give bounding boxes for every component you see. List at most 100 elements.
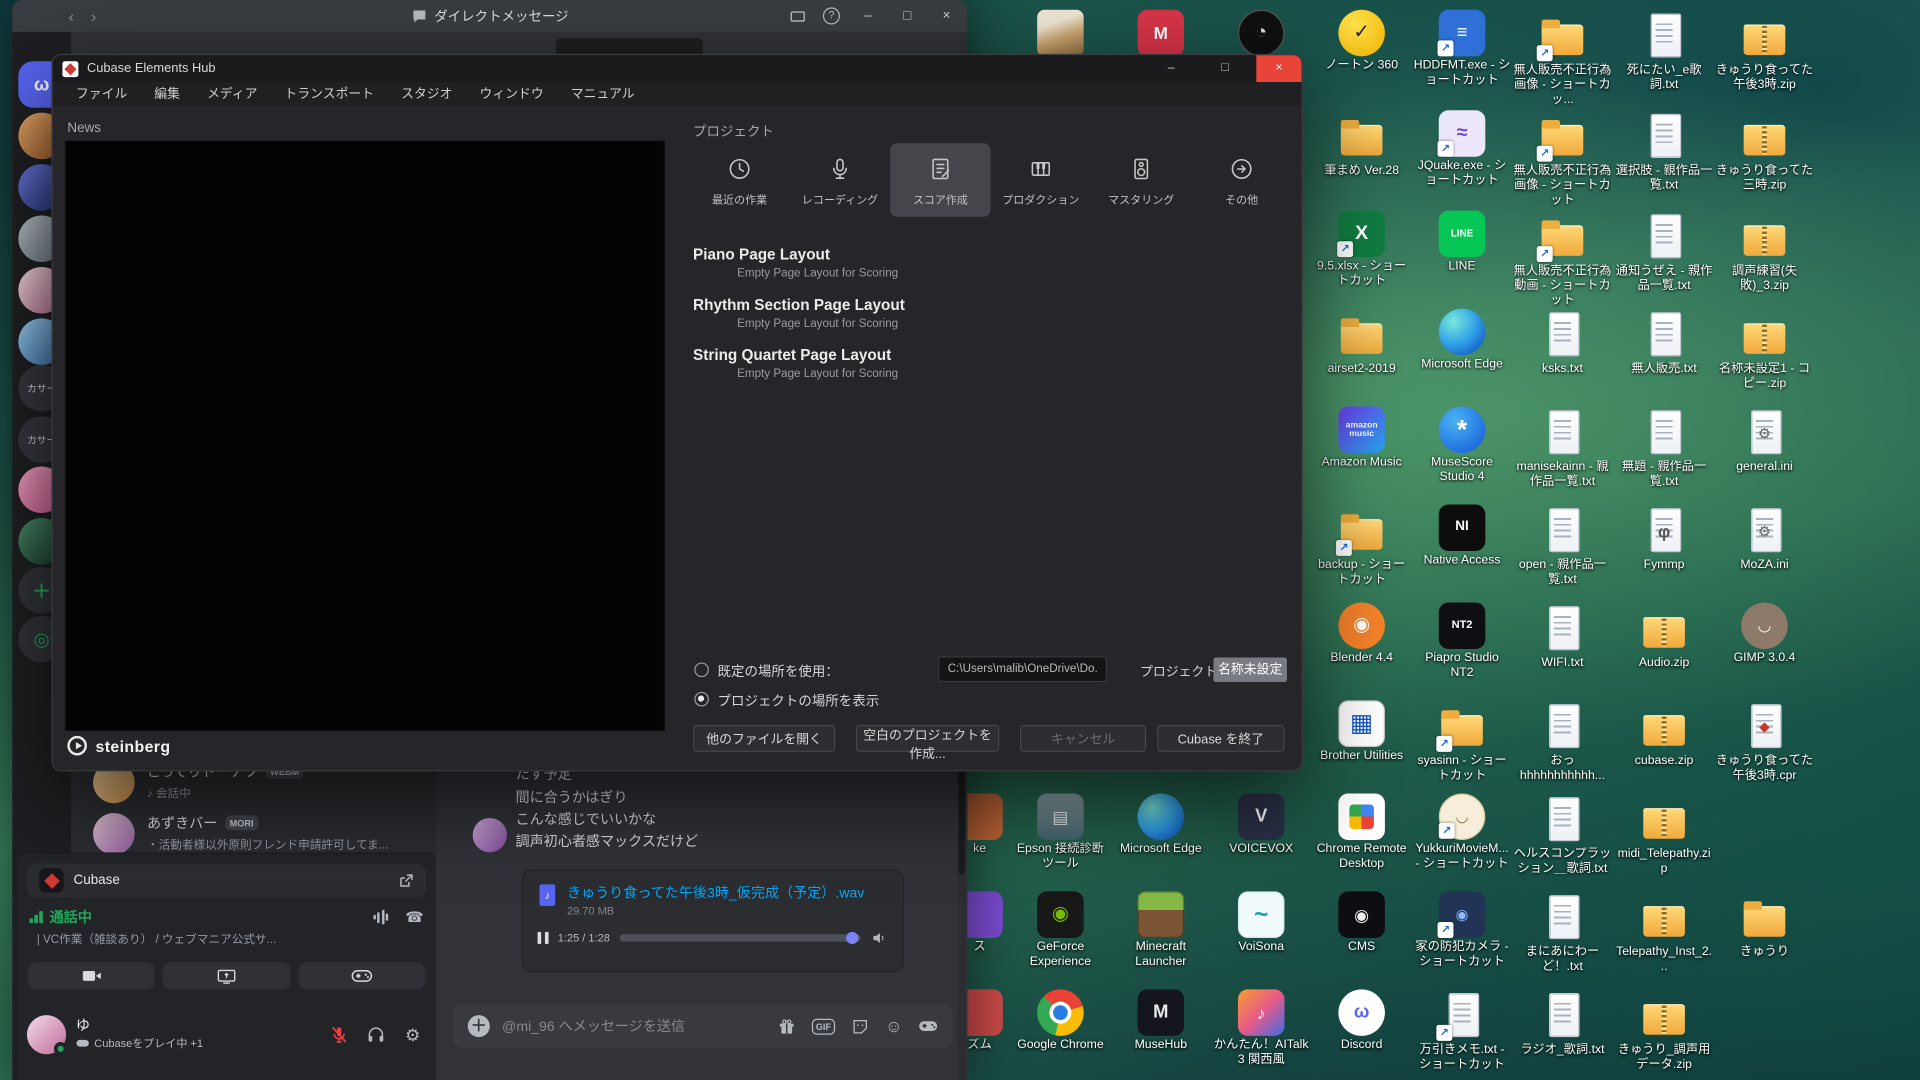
desktop-icon-zip-folder[interactable]: 調声練習(失敗)_3.zip xyxy=(1716,211,1814,294)
tab-scoring[interactable]: スコア作成 xyxy=(890,143,990,216)
sticker-icon[interactable] xyxy=(851,1017,869,1035)
menu-window[interactable]: ウィンドウ xyxy=(466,84,557,102)
desktop-icon-text-file[interactable]: ラジオ_歌詞.txt xyxy=(1513,989,1611,1057)
menu-manual[interactable]: マニュアル xyxy=(557,84,648,102)
project-path-field[interactable]: C:\Users\malib\OneDrive\Do. xyxy=(938,656,1107,682)
camera-button[interactable] xyxy=(27,961,156,990)
menu-transport[interactable]: トランスポート xyxy=(271,84,388,102)
desktop-icon-text-file[interactable]: 死にたい_e歌詞.txt xyxy=(1615,10,1713,93)
desktop-icon-geforce-experience[interactable]: ◉GeForce Experience xyxy=(1011,891,1109,969)
desktop-icon-red-app[interactable]: M xyxy=(1112,10,1210,59)
desktop-icon-zip-folder[interactable]: きゅうり食ってた三時.zip xyxy=(1716,110,1814,193)
desktop-icon-cms[interactable]: ◉CMS xyxy=(1313,891,1411,954)
desktop-icon-discord[interactable]: ωDiscord xyxy=(1313,989,1411,1052)
project-name-field[interactable]: 名称未設定 xyxy=(1213,658,1286,682)
desktop-icon-norton-360[interactable]: ✓ノートン 360 xyxy=(1313,10,1411,73)
desktop-icon-native-access[interactable]: NINative Access xyxy=(1413,504,1511,567)
tab-mastering[interactable]: マスタリング xyxy=(1091,143,1191,216)
desktop-icon-airset-folder[interactable]: airset2-2019 xyxy=(1313,309,1411,377)
tab-more[interactable]: その他 xyxy=(1191,143,1291,216)
discord-maximize-button[interactable]: □ xyxy=(896,9,918,24)
help-icon[interactable]: ? xyxy=(823,7,840,24)
desktop-icon-folder-shortcut[interactable]: ↗無人販売不正行為画像 - ショートカッ... xyxy=(1513,10,1611,107)
menu-media[interactable]: メディア xyxy=(193,84,270,102)
desktop-icon-hddfmt-shortcut[interactable]: ≡↗HDDFMT.exe - ショートカット xyxy=(1413,10,1511,88)
desktop-icon-jquake-shortcut[interactable]: ≈↗JQuake.exe - ショートカット xyxy=(1413,110,1511,188)
seek-bar[interactable] xyxy=(620,934,861,941)
discord-titlebar[interactable]: ‹ › ダイレクトメッセージ ? – □ × xyxy=(12,0,967,32)
desktop-icon-text-file[interactable]: まにあにわーど！.txt xyxy=(1513,891,1611,974)
screenshare-button[interactable] xyxy=(162,961,291,990)
menu-file[interactable]: ファイル xyxy=(62,84,140,102)
desktop-icon-blender[interactable]: ◉Blender 4.4 xyxy=(1313,602,1411,665)
gift-icon[interactable] xyxy=(778,1017,796,1035)
discord-minimize-button[interactable]: – xyxy=(857,9,879,24)
desktop-icon-minecraft-launcher[interactable]: Minecraft Launcher xyxy=(1112,891,1210,969)
desktop-icon-folder-shortcut[interactable]: ↗無人販売不正行為画像 - ショートカット xyxy=(1513,110,1611,207)
mic-muted-icon[interactable] xyxy=(326,1025,353,1045)
user-avatar[interactable] xyxy=(27,1015,66,1054)
desktop-icon-security-camera-shortcut[interactable]: ◉↗家の防犯カメラ - ショートカット xyxy=(1413,891,1511,969)
desktop-icon-voisona[interactable]: ~VoiSona xyxy=(1212,891,1310,954)
desktop-icon-obs-studio[interactable]: ◔ xyxy=(1212,10,1310,59)
apps-game-icon[interactable] xyxy=(918,1019,938,1034)
desktop-icon-zip-folder[interactable]: きゅうり食ってた午後3時.zip xyxy=(1716,10,1814,93)
desktop-icon-google-chrome[interactable]: Google Chrome xyxy=(1011,989,1109,1052)
desktop-icon-fudemame-folder[interactable]: 筆まめ Ver.28 xyxy=(1313,110,1411,178)
desktop-icon-brother-utilities[interactable]: ▦Brother Utilities xyxy=(1313,700,1411,763)
desktop-icon-aitalk[interactable]: ♪かんたん！AITalk 3 関西風 xyxy=(1212,989,1310,1067)
open-other-file-button[interactable]: 他のファイルを開く xyxy=(693,725,835,752)
pause-button[interactable] xyxy=(538,932,548,944)
attach-plus-icon[interactable]: ＋ xyxy=(468,1015,490,1037)
message-avatar[interactable] xyxy=(473,818,507,852)
activity-card[interactable]: Cubase xyxy=(27,863,426,897)
voice-channel-name[interactable]: | VC作業（雑談あり） / ウェブマニア公式サ... xyxy=(37,929,424,946)
desktop-icon-chrome-remote-desktop[interactable]: Chrome Remote Desktop xyxy=(1313,793,1411,871)
message-input[interactable]: ＋ @mi_96 へメッセージを送信 GIF ☺ xyxy=(453,1004,953,1048)
cubase-maximize-button[interactable]: □ xyxy=(1202,55,1247,82)
desktop-icon-zip-folder[interactable]: cubase.zip xyxy=(1615,700,1713,768)
username[interactable]: ゆ xyxy=(76,1018,316,1035)
cancel-button[interactable]: キャンセル xyxy=(1020,725,1146,752)
gif-icon[interactable]: GIF xyxy=(812,1018,835,1034)
headphones-icon[interactable] xyxy=(362,1025,389,1045)
desktop-icon-yukkuri-moviemaker-shortcut[interactable]: ◡↗YukkuriMovieM... - ショートカット xyxy=(1413,793,1511,871)
desktop-icon-text-file[interactable]: ksks.txt xyxy=(1513,309,1611,377)
tab-recent[interactable]: 最近の作業 xyxy=(689,143,789,216)
desktop-icon-excel-shortcut[interactable]: X↗9.5.xlsx - ショートカット xyxy=(1313,211,1411,289)
radio-use-default-location[interactable] xyxy=(694,662,709,677)
desktop-icon-line-app[interactable]: LINELINE xyxy=(1413,211,1511,274)
tab-production[interactable]: プロダクション xyxy=(991,143,1091,216)
emoji-icon[interactable]: ☺ xyxy=(885,1016,903,1036)
desktop-icon-text-file[interactable]: manisekainn - 親作品一覧.txt xyxy=(1513,407,1611,490)
desktop-icon-epson-diagnostic[interactable]: ▤Epson 接続診断ツール xyxy=(1011,793,1109,871)
radio-show-project-location[interactable] xyxy=(694,692,709,707)
desktop-icon-text-file[interactable]: open - 親作品一覧.txt xyxy=(1513,504,1611,587)
desktop-icon-gimp[interactable]: ◡GIMP 3.0.4 xyxy=(1716,602,1814,665)
template-piano-page-layout[interactable]: Piano Page Layout Empty Page Layout for … xyxy=(693,246,1232,280)
desktop-icon-microsoft-edge[interactable]: Microsoft Edge xyxy=(1112,793,1210,856)
cubase-minimize-button[interactable]: – xyxy=(1149,55,1194,82)
desktop-icon-text-file-shortcut[interactable]: ↗万引きメモ.txt - ショートカット xyxy=(1413,989,1511,1072)
desktop-icon-text-file[interactable]: おっhhhhhhhhhhh... xyxy=(1513,700,1611,783)
seek-knob[interactable] xyxy=(846,932,858,944)
desktop-icon-cat-photo[interactable] xyxy=(1011,10,1109,59)
desktop-icon-syasinn-folder-shortcut[interactable]: ↗syasinn - ショートカット xyxy=(1413,700,1511,783)
template-rhythm-section-page-layout[interactable]: Rhythm Section Page Layout Empty Page La… xyxy=(693,296,1232,330)
cubase-titlebar[interactable]: Cubase Elements Hub – □ × xyxy=(53,55,1302,82)
desktop-icon-microsoft-edge[interactable]: Microsoft Edge xyxy=(1413,309,1511,372)
popout-icon[interactable] xyxy=(790,8,806,24)
desktop-icon-ini-file[interactable]: ⚙general.ini xyxy=(1716,407,1814,475)
cubase-close-button[interactable]: × xyxy=(1256,55,1301,82)
desktop-icon-text-file[interactable]: ヘルスコンプラッション＿歌詞.txt xyxy=(1513,793,1611,876)
disconnect-call-icon[interactable]: ☎ xyxy=(405,909,423,926)
settings-gear-icon[interactable]: ⚙ xyxy=(399,1024,426,1045)
desktop-icon-amazon-music[interactable]: amazon musicAmazon Music xyxy=(1313,407,1411,470)
desktop-icon-zip-folder[interactable]: Telepathy_Inst_2... xyxy=(1615,891,1713,974)
desktop-icon-folder-shortcut[interactable]: ↗無人販売不正行為動画 - ショートカット xyxy=(1513,211,1611,308)
desktop-icon-text-file[interactable]: 選択肢 - 親作品一覧.txt xyxy=(1615,110,1713,193)
volume-icon[interactable] xyxy=(871,929,888,946)
desktop-icon-piapro-studio[interactable]: NT2Piapro Studio NT2 xyxy=(1413,602,1511,680)
desktop-icon-zip-folder[interactable]: 名称未設定1 - コピー.zip xyxy=(1716,309,1814,392)
desktop-icon-ini-file[interactable]: ⚙MoZA.ini xyxy=(1716,504,1814,572)
